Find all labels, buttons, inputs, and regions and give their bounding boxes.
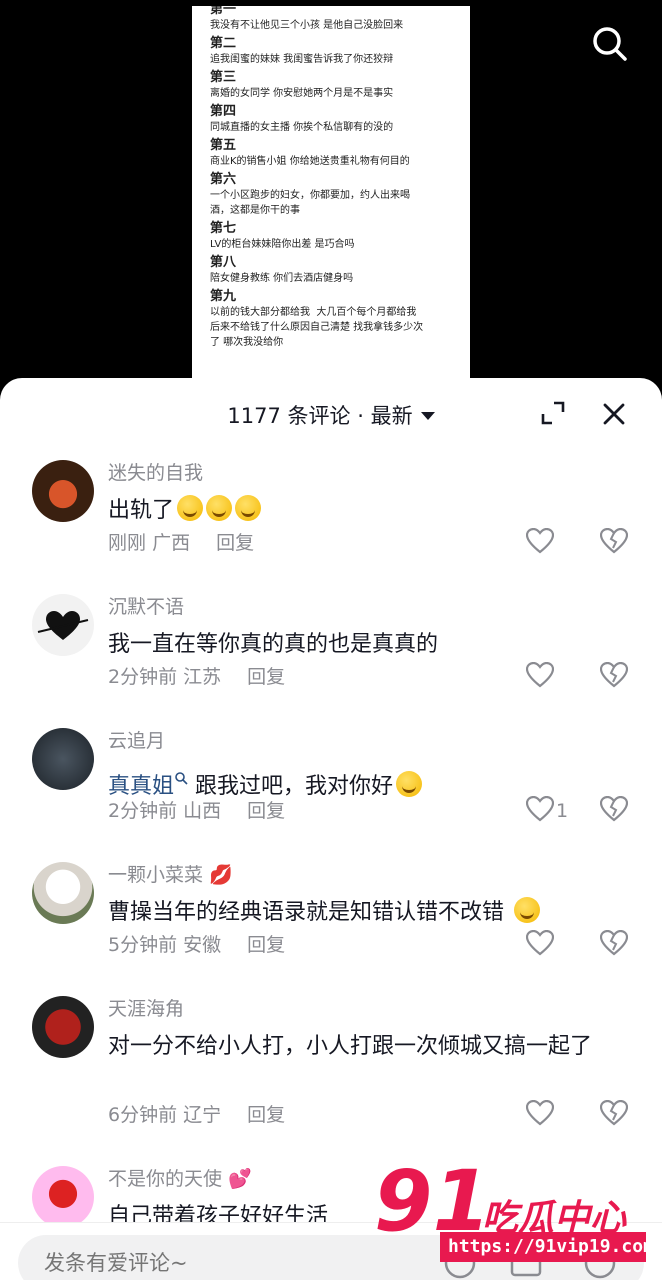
comment-location: 江苏: [183, 666, 222, 688]
note-text: 追我闺蜜的妹妹 我闺蜜告诉我了你还狡辩: [210, 54, 394, 65]
avatar[interactable]: [32, 728, 94, 790]
note-text: 陪女健身教练 你们去酒店健身吗: [210, 273, 354, 284]
note-text: 离婚的女同学 你安慰她两个月是不是事实: [210, 88, 394, 99]
laugh-emoji-icon: [206, 495, 233, 521]
video-area[interactable]: 第一 我没有不让他见三个小孩 是他自己没脸回来 第二 追我闺蜜的妹妹 我闺蜜告诉…: [0, 0, 662, 400]
comment-body: 我一直在等你真的真的也是真真的: [108, 632, 439, 657]
note-image: 第一 我没有不让他见三个小孩 是他自己没脸回来 第二 追我闺蜜的妹妹 我闺蜜告诉…: [192, 6, 470, 380]
comment-meta: 刚刚 广西 回复: [108, 530, 254, 556]
like-icon[interactable]: [525, 661, 566, 692]
sheet-header: 1177 条评论 · 最新: [0, 378, 662, 448]
comment-username[interactable]: 天涯海角: [108, 996, 184, 1022]
comment-username[interactable]: 一颗小菜菜 💋: [108, 862, 233, 888]
comment-meta: 6分钟前 辽宁 回复: [108, 1102, 285, 1128]
comment-username[interactable]: 不是你的天使 💕: [108, 1166, 252, 1192]
comment-time: 2分钟前: [108, 666, 178, 688]
like-icon[interactable]: [525, 1099, 566, 1130]
note-text: LV的柜台妹妹陪你出差 是巧合吗: [210, 239, 355, 250]
smile-emoji-icon: [177, 495, 204, 521]
comment-meta: 5分钟前 安徽 回复: [108, 932, 285, 958]
note-text: 我没有不让他见三个小孩 是他自己没脸回来: [210, 20, 404, 31]
search-icon: [174, 762, 188, 785]
comment-item: 一颗小菜菜 💋 曹操当年的经典语录就是知错认错不改错 5分钟前 安徽 回复: [0, 862, 662, 972]
note-heading: 第一: [210, 6, 237, 17]
like-icon[interactable]: [525, 527, 566, 558]
expand-icon[interactable]: [540, 400, 566, 426]
comment-location: 辽宁: [183, 1104, 222, 1126]
note-text: 同城直播的女主播 你挨个私信聊有的没的: [210, 122, 394, 133]
avatar[interactable]: [32, 460, 94, 522]
username-text: 不是你的天使: [108, 1168, 223, 1190]
comment-time: 6分钟前: [108, 1104, 178, 1126]
sort-caret-icon: [420, 412, 435, 420]
comment-body: 对一分不给小人打，小人打跟一次倾城又搞一起了: [108, 1034, 593, 1059]
dislike-icon[interactable]: [599, 527, 630, 558]
comment-body: 出轨了: [108, 498, 175, 523]
avatar[interactable]: [32, 594, 94, 656]
comment-body: 跟我过吧，我对你好: [195, 774, 394, 799]
avatar[interactable]: [32, 1166, 94, 1228]
comment-location: 山西: [183, 800, 222, 822]
like-icon[interactable]: [525, 929, 566, 960]
note-heading: 第三: [210, 70, 237, 85]
comment-username[interactable]: 迷失的自我: [108, 460, 203, 486]
comment-username[interactable]: 云追月: [108, 728, 165, 754]
note-heading: 第四: [210, 104, 237, 119]
reply-button[interactable]: 回复: [247, 1104, 285, 1126]
username-text: 一颗小菜菜: [108, 864, 204, 886]
note-heading: 第七: [210, 221, 237, 236]
dislike-icon[interactable]: [599, 1099, 630, 1130]
reply-button[interactable]: 回复: [247, 800, 285, 822]
smile-emoji-icon: [396, 771, 423, 797]
note-text: 一个小区跑步的妇女，你都要加，约人出来喝 酒，这都是你干的事: [210, 190, 410, 216]
comment-item: 云追月 真真姐 跟我过吧，我对你好 2分钟前 山西 回复 1: [0, 728, 662, 838]
comment-sheet: 1177 条评论 · 最新 迷失的自我 出轨了 刚刚 广西 回复 沉默不语 我一直…: [0, 378, 662, 1280]
lips-emoji-icon: 💋: [209, 864, 233, 886]
comment-item: 迷失的自我 出轨了 刚刚 广西 回复: [0, 460, 662, 570]
avatar[interactable]: [32, 862, 94, 924]
note-heading: 第六: [210, 172, 237, 187]
header-title: 1177 条评论 · 最新: [227, 404, 413, 428]
comment-item: 天涯海角 对一分不给小人打，小人打跟一次倾城又搞一起了 6分钟前 辽宁 回复: [0, 996, 662, 1146]
search-icon[interactable]: [590, 24, 630, 64]
comment-text: 出轨了: [108, 494, 633, 528]
comment-meta: 2分钟前 江苏 回复: [108, 664, 285, 690]
note-text: 以前的钱大部分都给我 大几百个每个月都给我 后来不给钱了什么原因自己清楚 找我拿…: [210, 307, 424, 348]
laugh-emoji-icon: [514, 897, 541, 923]
note-heading: 第九: [210, 289, 237, 304]
note-text: 商业K的销售小姐 你给她送贵重礼物有何目的: [210, 156, 410, 167]
comment-text: 曹操当年的经典语录就是知错认错不改错: [108, 896, 633, 930]
comment-time: 5分钟前: [108, 934, 178, 956]
note-heading: 第二: [210, 36, 237, 51]
comment-meta: 2分钟前 山西 回复: [108, 798, 285, 824]
avatar[interactable]: [32, 996, 94, 1058]
note-heading: 第五: [210, 138, 237, 153]
reply-button[interactable]: 回复: [247, 934, 285, 956]
dislike-icon[interactable]: [599, 795, 630, 826]
note-heading: 第八: [210, 255, 237, 270]
comment-item: 沉默不语 我一直在等你真的真的也是真真的 2分钟前 江苏 回复: [0, 594, 662, 704]
watermark-url: https://91vip19.com: [440, 1232, 654, 1262]
comment-time: 2分钟前: [108, 800, 178, 822]
close-icon[interactable]: [600, 400, 628, 428]
comment-location: 安徽: [183, 934, 222, 956]
mention-link[interactable]: 真真姐: [108, 774, 174, 799]
reply-button[interactable]: 回复: [247, 666, 285, 688]
comment-location: 广西: [152, 532, 191, 554]
like-count: 1: [556, 800, 569, 822]
comment-body: 曹操当年的经典语录就是知错认错不改错: [108, 900, 505, 925]
dislike-icon[interactable]: [599, 929, 630, 960]
heart-emoji-icon: 💕: [228, 1168, 252, 1190]
laugh-emoji-icon: [235, 495, 262, 521]
comment-username[interactable]: 沉默不语: [108, 594, 184, 620]
reply-button[interactable]: 回复: [216, 532, 254, 554]
dislike-icon[interactable]: [599, 661, 630, 692]
comment-time: 刚刚: [108, 532, 147, 554]
